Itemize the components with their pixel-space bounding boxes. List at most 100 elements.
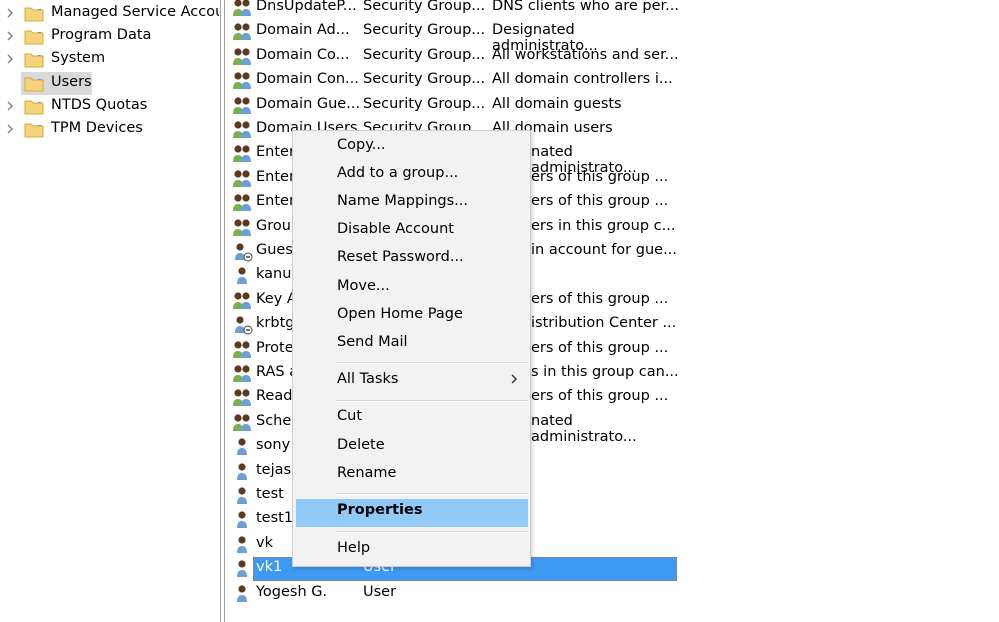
row-name: Domain Co... <box>256 46 350 63</box>
row-description: ers in this group c... <box>531 217 676 234</box>
menu-item-label: Properties <box>337 502 423 518</box>
user-icon <box>232 535 254 555</box>
menu-item-label: Copy... <box>337 137 386 153</box>
group-icon <box>232 291 254 311</box>
group-icon <box>232 388 254 408</box>
menu-separator <box>335 362 528 364</box>
menu-item-open-home-page[interactable]: Open Home Page <box>337 306 463 322</box>
tree-item[interactable]: Managed Service Accounts <box>0 3 220 25</box>
row-description: All domain guests <box>492 95 622 112</box>
tree-item-label: Program Data <box>51 27 152 44</box>
menu-item-label: Reset Password... <box>337 249 464 265</box>
row-name: DnsUpdateP... <box>256 0 357 14</box>
row-name: Enter <box>256 168 295 185</box>
row-name: vk1 <box>256 559 283 576</box>
menu-item-copy[interactable]: Copy... <box>337 137 386 153</box>
list-row[interactable]: DnsUpdateP... Security Group... DNS client… <box>230 0 680 20</box>
disabled-user-icon <box>232 315 254 335</box>
menu-item-label: Cut <box>337 408 362 424</box>
chevron-right-icon[interactable] <box>5 52 15 66</box>
menu-item-label: Send Mail <box>337 334 408 350</box>
row-type: Security Group... <box>363 95 486 112</box>
tree-item[interactable]: TPM Devices <box>0 119 220 141</box>
chevron-right-icon[interactable] <box>5 99 15 113</box>
folder-icon <box>24 6 44 22</box>
row-description: istribution Center ... <box>531 315 677 332</box>
group-icon <box>232 0 254 18</box>
menu-item-label: All Tasks <box>337 371 399 387</box>
row-name: kanu <box>256 266 292 283</box>
pane-splitter[interactable] <box>220 0 221 622</box>
user-icon <box>232 510 254 530</box>
group-icon <box>232 144 254 164</box>
menu-item-cut[interactable]: Cut <box>337 408 362 424</box>
group-icon <box>232 22 254 42</box>
folder-icon <box>24 99 44 115</box>
menu-separator <box>335 531 528 533</box>
row-type: Security Group... <box>363 22 486 39</box>
menu-item-delete[interactable]: Delete <box>337 437 385 453</box>
folder-icon <box>24 122 44 138</box>
chevron-right-icon[interactable] <box>5 29 15 43</box>
list-row[interactable]: Domain Ad... Security Group... Designated … <box>230 20 680 54</box>
menu-item-label: Help <box>337 540 371 556</box>
group-icon <box>232 193 254 213</box>
tree-item[interactable]: Users <box>0 73 220 95</box>
group-icon <box>232 96 254 116</box>
tree-item[interactable]: NTDS Quotas <box>0 96 220 118</box>
menu-item-label: Open Home Page <box>337 306 463 322</box>
chevron-right-icon[interactable] <box>5 6 15 20</box>
row-name: Yogesh G. <box>256 583 328 600</box>
row-name: krbtg <box>256 315 295 332</box>
tree-item-label: NTDS Quotas <box>51 96 148 113</box>
row-description: ers of this group ... <box>531 290 669 307</box>
list-row[interactable]: Domain Co... Security Group... All worksta… <box>230 45 680 69</box>
tree-item-label: Users <box>51 73 92 90</box>
menu-item-name-mappings[interactable]: Name Mappings... <box>337 193 468 209</box>
menu-item-move[interactable]: Move... <box>337 278 390 294</box>
menu-item-rename[interactable]: Rename <box>337 465 396 481</box>
user-icon <box>232 462 254 482</box>
row-description: All workstations and ser... <box>492 46 679 63</box>
menu-item-send-mail[interactable]: Send Mail <box>337 334 408 350</box>
menu-separator <box>335 493 528 495</box>
group-icon <box>232 71 254 91</box>
row-description: s in this group can... <box>531 364 679 380</box>
menu-item-label: Add to a group... <box>337 165 459 181</box>
chevron-right-icon[interactable] <box>5 122 15 136</box>
row-description: All domain controllers i... <box>492 71 673 88</box>
row-description: ers of this group ... <box>531 388 669 405</box>
row-type: User <box>363 583 397 600</box>
menu-item-label: Move... <box>337 278 390 294</box>
tree-item[interactable]: Program Data <box>0 26 220 48</box>
menu-item-add-to-a-group[interactable]: Add to a group... <box>337 165 458 181</box>
group-icon <box>232 218 254 238</box>
tree-item[interactable]: System <box>0 49 220 71</box>
row-name: Domain Gue... <box>256 95 361 112</box>
row-name: Enter <box>256 193 295 210</box>
menu-item-label: Rename <box>337 465 397 481</box>
row-name: Domain Ad... <box>256 22 350 39</box>
group-icon <box>232 47 254 67</box>
row-description: ers of this group ... <box>531 339 669 356</box>
list-row[interactable]: Yogesh G. User <box>230 582 680 606</box>
pane-border <box>224 0 225 622</box>
menu-item-label: Name Mappings... <box>337 193 468 209</box>
folder-icon <box>24 52 44 68</box>
folder-icon <box>24 29 44 45</box>
menu-item-all-tasks[interactable]: All Tasks <box>337 371 398 387</box>
menu-item-properties[interactable]: Properties <box>337 502 422 518</box>
folder-icon <box>24 76 44 92</box>
menu-separator <box>335 400 528 402</box>
menu-item-reset-password[interactable]: Reset Password... <box>337 249 464 265</box>
disabled-user-icon <box>232 242 254 262</box>
menu-item-disable-account[interactable]: Disable Account <box>337 221 454 237</box>
user-icon <box>232 266 254 286</box>
list-row[interactable]: Domain Con... Security Group... All domain… <box>230 69 680 93</box>
user-icon <box>232 486 254 506</box>
menu-item-label: Delete <box>337 437 385 453</box>
row-type: Security Group... <box>363 46 486 63</box>
menu-item-help[interactable]: Help <box>337 540 370 556</box>
row-name: Domain Con... <box>256 71 359 88</box>
list-row[interactable]: Domain Gue... Security Group... All domain… <box>230 94 680 118</box>
